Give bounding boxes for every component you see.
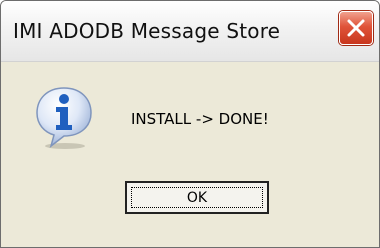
ok-button-label: OK	[131, 187, 263, 208]
close-icon	[347, 19, 365, 37]
message-dialog: IMI ADODB Message Store INSTALL -> DONE!…	[0, 0, 380, 248]
title-bar[interactable]: IMI ADODB Message Store	[1, 1, 379, 62]
window-title: IMI ADODB Message Store	[13, 19, 281, 43]
close-button[interactable]	[339, 11, 373, 45]
info-icon	[31, 84, 97, 150]
dialog-message: INSTALL -> DONE!	[131, 110, 269, 128]
ok-button[interactable]: OK	[125, 181, 269, 214]
dialog-body: INSTALL -> DONE! OK	[1, 62, 379, 247]
